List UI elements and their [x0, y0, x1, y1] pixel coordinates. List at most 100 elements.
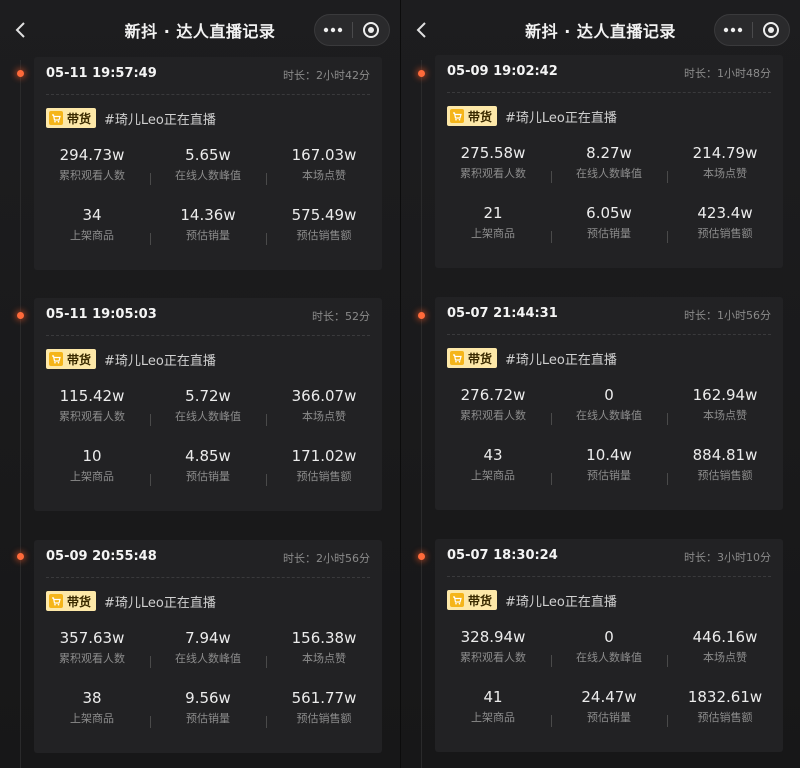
stat-label: 上架商品 [471, 469, 515, 482]
live-record-card[interactable]: 05-11 19:05:03 时长：52分 带货 #琦儿Leo正在直播 115.… [34, 298, 382, 511]
more-button[interactable] [315, 15, 352, 45]
stats-row: 115.42w 累积观看人数 5.72w 在线人数峰值 366.07w 本场点赞 [34, 386, 382, 432]
live-duration: 时长：2小时56分 [283, 552, 370, 565]
dashed-divider [46, 335, 370, 336]
live-duration: 时长：52分 [312, 310, 370, 323]
stat-value: 1832.61w [687, 688, 763, 706]
stats-row: 21 上架商品 6.05w 预估销量 423.4w 预估销售额 [435, 203, 783, 249]
stat-label: 在线人数峰值 [175, 410, 241, 423]
live-record-card[interactable]: 05-09 20:55:48 时长：2小时56分 带货 #琦儿Leo正在直播 3… [34, 540, 382, 753]
stat-value: 167.03w [291, 146, 357, 164]
close-button[interactable] [353, 15, 390, 45]
selling-tag: 带货 [447, 590, 498, 610]
stat-value: 5.65w [185, 146, 231, 164]
stat-label: 预估销售额 [296, 712, 352, 725]
stat-label: 在线人数峰值 [576, 167, 642, 180]
stat-value: 328.94w [460, 628, 526, 646]
dashed-divider [46, 94, 370, 95]
live-topic: #琦儿Leo正在直播 [505, 594, 617, 610]
stat-label: 预估销售额 [697, 227, 753, 240]
stat-total-viewers: 115.42w 累积观看人数 [34, 386, 150, 432]
stat-value: 884.81w [692, 446, 758, 464]
stat-total-viewers: 328.94w 累积观看人数 [435, 627, 551, 673]
selling-tag-label: 带货 [67, 594, 92, 609]
live-tag-row: 带货 #琦儿Leo正在直播 [46, 107, 216, 129]
stat-label: 累积观看人数 [460, 409, 526, 422]
close-button[interactable] [753, 15, 790, 45]
stat-label: 上架商品 [70, 470, 114, 483]
live-tag-row: 带货 #琦儿Leo正在直播 [447, 105, 617, 127]
selling-tag: 带货 [447, 106, 498, 126]
stat-label: 预估销量 [587, 469, 631, 482]
target-circle-icon [762, 22, 779, 38]
dashed-divider [447, 576, 771, 577]
stat-peak-online: 8.27w 在线人数峰值 [551, 143, 667, 189]
live-topic: #琦儿Leo正在直播 [104, 112, 216, 128]
card-header: 05-07 21:44:31 时长：1小时56分 [435, 297, 783, 335]
stat-est-sales: 6.05w 预估销量 [551, 203, 667, 249]
timeline-dot [418, 312, 425, 319]
timeline-dot [17, 312, 24, 319]
selling-tag: 带货 [447, 348, 498, 368]
stat-value: 6.05w [586, 204, 632, 222]
stat-value: 423.4w [697, 204, 753, 222]
stat-value: 162.94w [692, 386, 758, 404]
live-topic: #琦儿Leo正在直播 [104, 595, 216, 611]
live-duration: 时长：2小时42分 [283, 69, 370, 82]
stats-row: 43 上架商品 10.4w 预估销量 884.81w 预估销售额 [435, 445, 783, 491]
stat-value: 575.49w [291, 206, 357, 224]
stat-label: 在线人数峰值 [576, 651, 642, 664]
stat-value: 357.63w [59, 629, 125, 647]
stats-row: 10 上架商品 4.85w 预估销量 171.02w 预估销售额 [34, 446, 382, 492]
stat-value: 5.72w [185, 387, 231, 405]
stat-est-revenue: 884.81w 预估销售额 [667, 445, 783, 491]
timeline-dot [418, 70, 425, 77]
stats-row: 41 上架商品 24.47w 预估销量 1832.61w 预估销售额 [435, 687, 783, 733]
live-record-card[interactable]: 05-07 18:30:24 时长：3小时10分 带货 #琦儿Leo正在直播 3… [435, 539, 783, 752]
stat-est-sales: 14.36w 预估销量 [150, 205, 266, 251]
stats-row: 328.94w 累积观看人数 0 在线人数峰值 446.16w 本场点赞 [435, 627, 783, 673]
stat-label: 本场点赞 [703, 409, 747, 422]
live-tag-row: 带货 #琦儿Leo正在直播 [46, 590, 216, 612]
timeline-line [421, 60, 422, 768]
card-header: 05-11 19:57:49 时长：2小时42分 [34, 57, 382, 95]
live-record-card[interactable]: 05-11 19:57:49 时长：2小时42分 带货 #琦儿Leo正在直播 2… [34, 57, 382, 270]
stat-value: 561.77w [291, 689, 357, 707]
stat-likes: 446.16w 本场点赞 [667, 627, 783, 673]
stat-value: 171.02w [291, 447, 357, 465]
more-dots-icon [324, 27, 343, 33]
shopping-cart-icon [49, 352, 63, 366]
selling-tag-label: 带货 [468, 593, 493, 608]
selling-tag-label: 带货 [67, 352, 92, 367]
selling-tag-label: 带货 [468, 351, 493, 366]
stat-likes: 156.38w 本场点赞 [266, 628, 382, 674]
stat-total-viewers: 275.58w 累积观看人数 [435, 143, 551, 189]
stat-peak-online: 5.65w 在线人数峰值 [150, 145, 266, 191]
live-tag-row: 带货 #琦儿Leo正在直播 [46, 348, 216, 370]
live-record-card[interactable]: 05-09 19:02:42 时长：1小时48分 带货 #琦儿Leo正在直播 2… [435, 55, 783, 268]
live-start-time: 05-11 19:57:49 [46, 66, 157, 81]
stat-label: 本场点赞 [302, 410, 346, 423]
stat-label: 预估销量 [186, 712, 230, 725]
stat-likes: 366.07w 本场点赞 [266, 386, 382, 432]
live-start-time: 05-09 19:02:42 [447, 64, 558, 79]
stat-label: 预估销量 [186, 470, 230, 483]
stat-value: 275.58w [460, 144, 526, 162]
stat-est-sales: 24.47w 预估销量 [551, 687, 667, 733]
stat-label: 预估销量 [587, 711, 631, 724]
more-button[interactable] [715, 15, 752, 45]
stats-row: 275.58w 累积观看人数 8.27w 在线人数峰值 214.79w 本场点赞 [435, 143, 783, 189]
stats-row: 357.63w 累积观看人数 7.94w 在线人数峰值 156.38w 本场点赞 [34, 628, 382, 674]
card-header: 05-09 19:02:42 时长：1小时48分 [435, 55, 783, 93]
stat-est-sales: 4.85w 预估销量 [150, 446, 266, 492]
stat-label: 累积观看人数 [460, 167, 526, 180]
card-header: 05-07 18:30:24 时长：3小时10分 [435, 539, 783, 577]
shopping-cart-icon [450, 351, 464, 365]
stat-products: 10 上架商品 [34, 446, 150, 492]
stat-label: 本场点赞 [703, 651, 747, 664]
stat-value: 366.07w [291, 387, 357, 405]
stat-value: 10 [82, 447, 102, 465]
stat-total-viewers: 357.63w 累积观看人数 [34, 628, 150, 674]
stat-value: 276.72w [460, 386, 526, 404]
live-record-card[interactable]: 05-07 21:44:31 时长：1小时56分 带货 #琦儿Leo正在直播 2… [435, 297, 783, 510]
